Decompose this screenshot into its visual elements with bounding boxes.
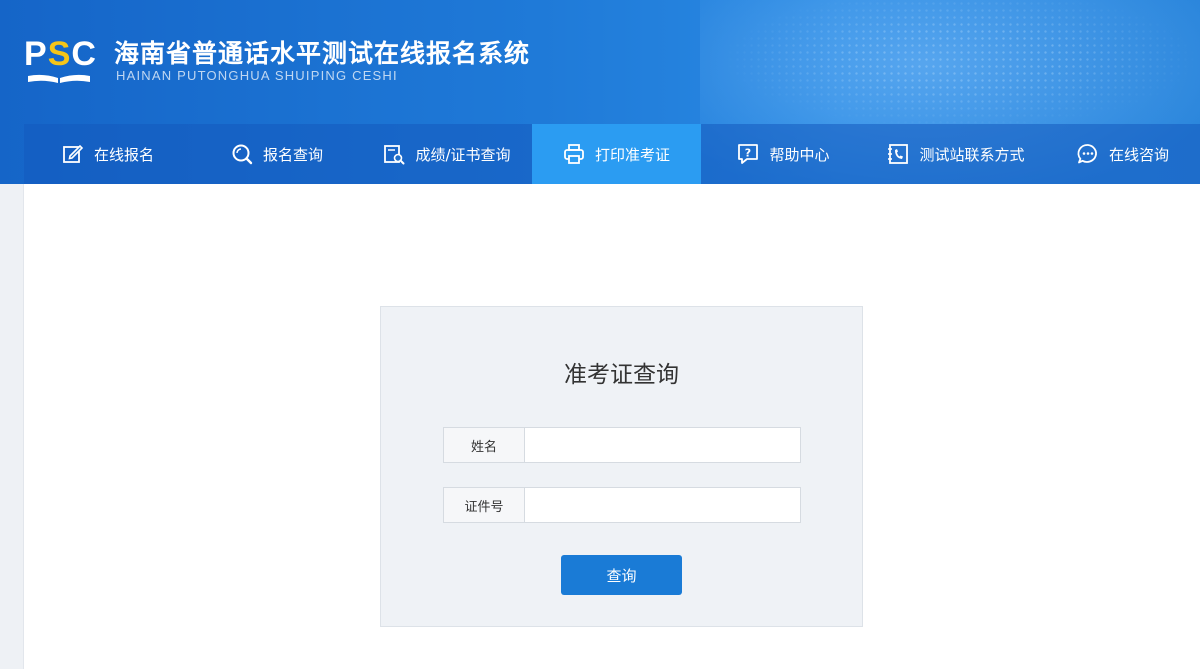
nav-label: 打印准考证: [594, 145, 670, 164]
admission-ticket-query-panel: 准考证查询 姓名 证件号 查询: [380, 306, 863, 627]
phone-book-icon: [888, 144, 909, 164]
search-icon: [232, 144, 253, 165]
nav-registration-query[interactable]: 报名查询: [192, 124, 362, 184]
id-number-label: 证件号: [443, 487, 524, 523]
nav-online-registration[interactable]: 在线报名: [24, 124, 192, 184]
nav-label: 测试站联系方式: [919, 145, 1025, 164]
nav-score-certificate-query[interactable]: 成绩/证书查询: [362, 124, 532, 184]
nav-label: 在线报名: [93, 145, 154, 164]
query-button[interactable]: 查询: [561, 555, 682, 595]
book-icon: [28, 74, 90, 83]
left-sidebar-strip: [0, 184, 24, 669]
name-field-row: 姓名: [443, 427, 801, 463]
nav-label: 在线咨询: [1108, 145, 1169, 164]
id-field-row: 证件号: [443, 487, 801, 523]
nav-label: 成绩/证书查询: [415, 145, 511, 164]
main-nav: 在线报名 报名查询 成绩/证书查询 打印准考证 ? 帮助中心 测试站联系方式 在…: [24, 124, 1200, 184]
logo-text: PSC: [24, 35, 97, 73]
id-number-input[interactable]: [524, 487, 801, 523]
nav-label: 帮助中心: [769, 145, 830, 164]
psc-logo[interactable]: PSC: [24, 34, 97, 86]
nav-online-consultation[interactable]: 在线咨询: [1046, 124, 1200, 184]
svg-text:?: ?: [745, 147, 751, 160]
site-subtitle: HAINAN PUTONGHUA SHUIPING CESHI: [116, 68, 398, 83]
nav-label: 报名查询: [262, 145, 323, 164]
certificate-search-icon: [384, 145, 405, 165]
site-title: 海南省普通话水平测试在线报名系统: [114, 39, 531, 68]
nav-help-center[interactable]: ? 帮助中心: [701, 124, 866, 184]
panel-title: 准考证查询: [564, 362, 679, 388]
nav-print-admission-ticket[interactable]: 打印准考证: [532, 124, 701, 184]
help-icon: ?: [738, 144, 759, 164]
name-label: 姓名: [443, 427, 524, 463]
name-input[interactable]: [524, 427, 801, 463]
printer-icon: [564, 144, 584, 164]
world-map-pattern: [720, 0, 1200, 130]
chat-icon: [1077, 144, 1097, 164]
site-header: PSC 海南省普通话水平测试在线报名系统 HAINAN PUTONGHUA SH…: [0, 0, 1200, 184]
nav-test-center-contacts[interactable]: 测试站联系方式: [866, 124, 1046, 184]
edit-icon: [63, 144, 84, 163]
